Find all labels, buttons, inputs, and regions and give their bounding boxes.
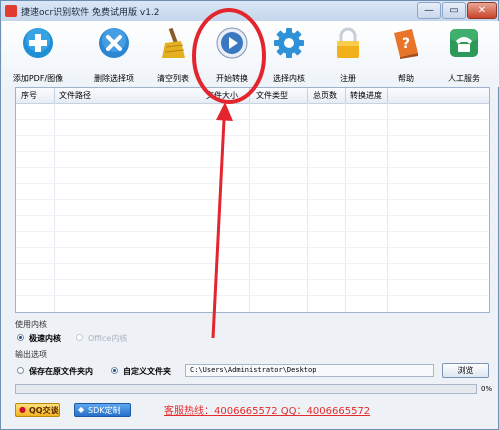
annotation-overlay — [192, 8, 266, 339]
annotation-arrow-shaft — [211, 119, 226, 339]
highlight-circle — [192, 8, 266, 104]
annotation-arrowhead — [216, 102, 233, 121]
